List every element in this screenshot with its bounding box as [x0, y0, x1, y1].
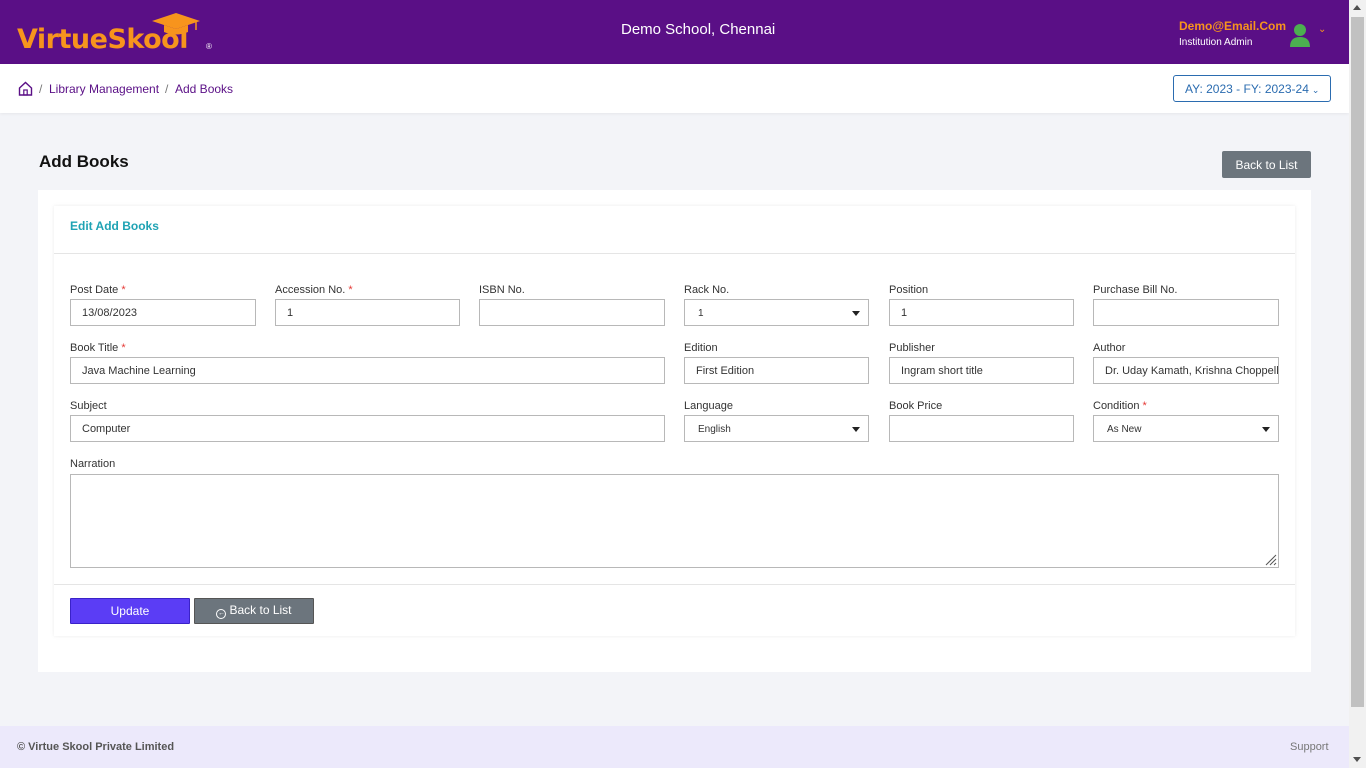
caret-down-icon	[852, 311, 860, 316]
edition-field[interactable]: First Edition	[684, 357, 869, 384]
book-title-field[interactable]: Java Machine Learning	[70, 357, 665, 384]
author-label: Author	[1093, 342, 1126, 354]
user-menu-chevron-down-icon[interactable]: ⌄	[1318, 24, 1326, 35]
home-icon[interactable]	[18, 81, 33, 96]
caret-down-icon	[852, 427, 860, 432]
breadcrumb-separator: /	[165, 82, 169, 96]
position-field[interactable]: 1	[889, 299, 1074, 326]
scroll-up-arrow-icon[interactable]	[1353, 5, 1361, 10]
post-date-field[interactable]: 13/08/2023	[70, 299, 256, 326]
breadcrumb-library-management[interactable]: Library Management	[49, 82, 159, 96]
page-title: Add Books	[39, 152, 129, 171]
accession-no-field[interactable]: 1	[275, 299, 460, 326]
narration-label: Narration	[70, 458, 116, 470]
back-to-list-button[interactable]: ← Back to List	[194, 598, 314, 624]
book-price-field[interactable]	[889, 415, 1074, 442]
logo-wordmark: VirtueSkool	[17, 24, 188, 55]
condition-value: As New	[1107, 424, 1142, 435]
isbn-no-label: ISBN No.	[479, 284, 525, 296]
purchase-bill-no-field[interactable]	[1093, 299, 1279, 326]
user-role: Institution Admin	[1179, 37, 1253, 48]
breadcrumb-add-books: Add Books	[175, 82, 234, 96]
chevron-down-icon: ⌄	[1311, 85, 1320, 95]
divider	[54, 253, 1295, 254]
condition-select[interactable]: As New	[1093, 415, 1279, 442]
book-title-label: Book Title *	[70, 342, 126, 354]
user-avatar-icon[interactable]	[1289, 23, 1311, 47]
arrow-left-circle-icon: ←	[216, 609, 227, 619]
post-date-label: Post Date *	[70, 284, 126, 296]
caret-down-icon	[1262, 427, 1270, 432]
academic-year-value: AY: 2023 - FY: 2023-24	[1185, 82, 1309, 96]
registered-mark: ®	[206, 42, 212, 51]
accession-no-label: Accession No. *	[275, 284, 353, 296]
scroll-down-arrow-icon[interactable]	[1353, 757, 1361, 762]
academic-year-select[interactable]: AY: 2023 - FY: 2023-24 ⌄	[1173, 75, 1331, 102]
breadcrumb-bar: / Library Management / Add Books AY: 202…	[0, 64, 1349, 113]
rack-no-value: 1	[698, 308, 704, 319]
isbn-no-field[interactable]	[479, 299, 665, 326]
book-price-label: Book Price	[889, 400, 943, 412]
purchase-bill-no-label: Purchase Bill No.	[1093, 284, 1178, 296]
support-link[interactable]: Support	[1290, 741, 1329, 753]
resize-handle-icon[interactable]	[1265, 554, 1277, 566]
rack-no-label: Rack No.	[684, 284, 730, 296]
update-button[interactable]: Update	[70, 598, 190, 624]
back-to-list-button-top[interactable]: Back to List	[1222, 151, 1311, 178]
language-label: Language	[684, 400, 733, 412]
footer-copyright: © Virtue Skool Private Limited	[17, 741, 175, 753]
user-email[interactable]: Demo@Email.Com	[1179, 19, 1286, 33]
subject-label: Subject	[70, 400, 107, 412]
edition-label: Edition	[684, 342, 718, 354]
footer: © Virtue Skool Private Limited Support	[0, 726, 1349, 768]
author-field[interactable]: Dr. Uday Kamath, Krishna Choppella	[1093, 357, 1279, 384]
publisher-label: Publisher	[889, 342, 935, 354]
top-header: VirtueSkool ® Demo School, Chennai Demo@…	[0, 0, 1349, 64]
language-value: English	[698, 424, 731, 435]
virtueskool-logo[interactable]: VirtueSkool ®	[17, 12, 217, 56]
vertical-scrollbar[interactable]	[1349, 0, 1366, 768]
breadcrumb-separator: /	[39, 82, 43, 96]
card-title: Edit Add Books	[70, 219, 159, 233]
subject-field[interactable]: Computer	[70, 415, 665, 442]
position-label: Position	[889, 284, 929, 296]
language-select[interactable]: English	[684, 415, 869, 442]
school-name: Demo School, Chennai	[621, 21, 776, 38]
scrollbar-thumb[interactable]	[1351, 17, 1364, 707]
rack-no-select[interactable]: 1	[684, 299, 869, 326]
publisher-field[interactable]: Ingram short title	[889, 357, 1074, 384]
edit-form-card: Edit Add Books Post Date * 13/08/2023 Ac…	[54, 206, 1295, 636]
narration-textarea[interactable]	[70, 474, 1279, 568]
divider	[54, 584, 1295, 585]
condition-label: Condition *	[1093, 400, 1147, 412]
